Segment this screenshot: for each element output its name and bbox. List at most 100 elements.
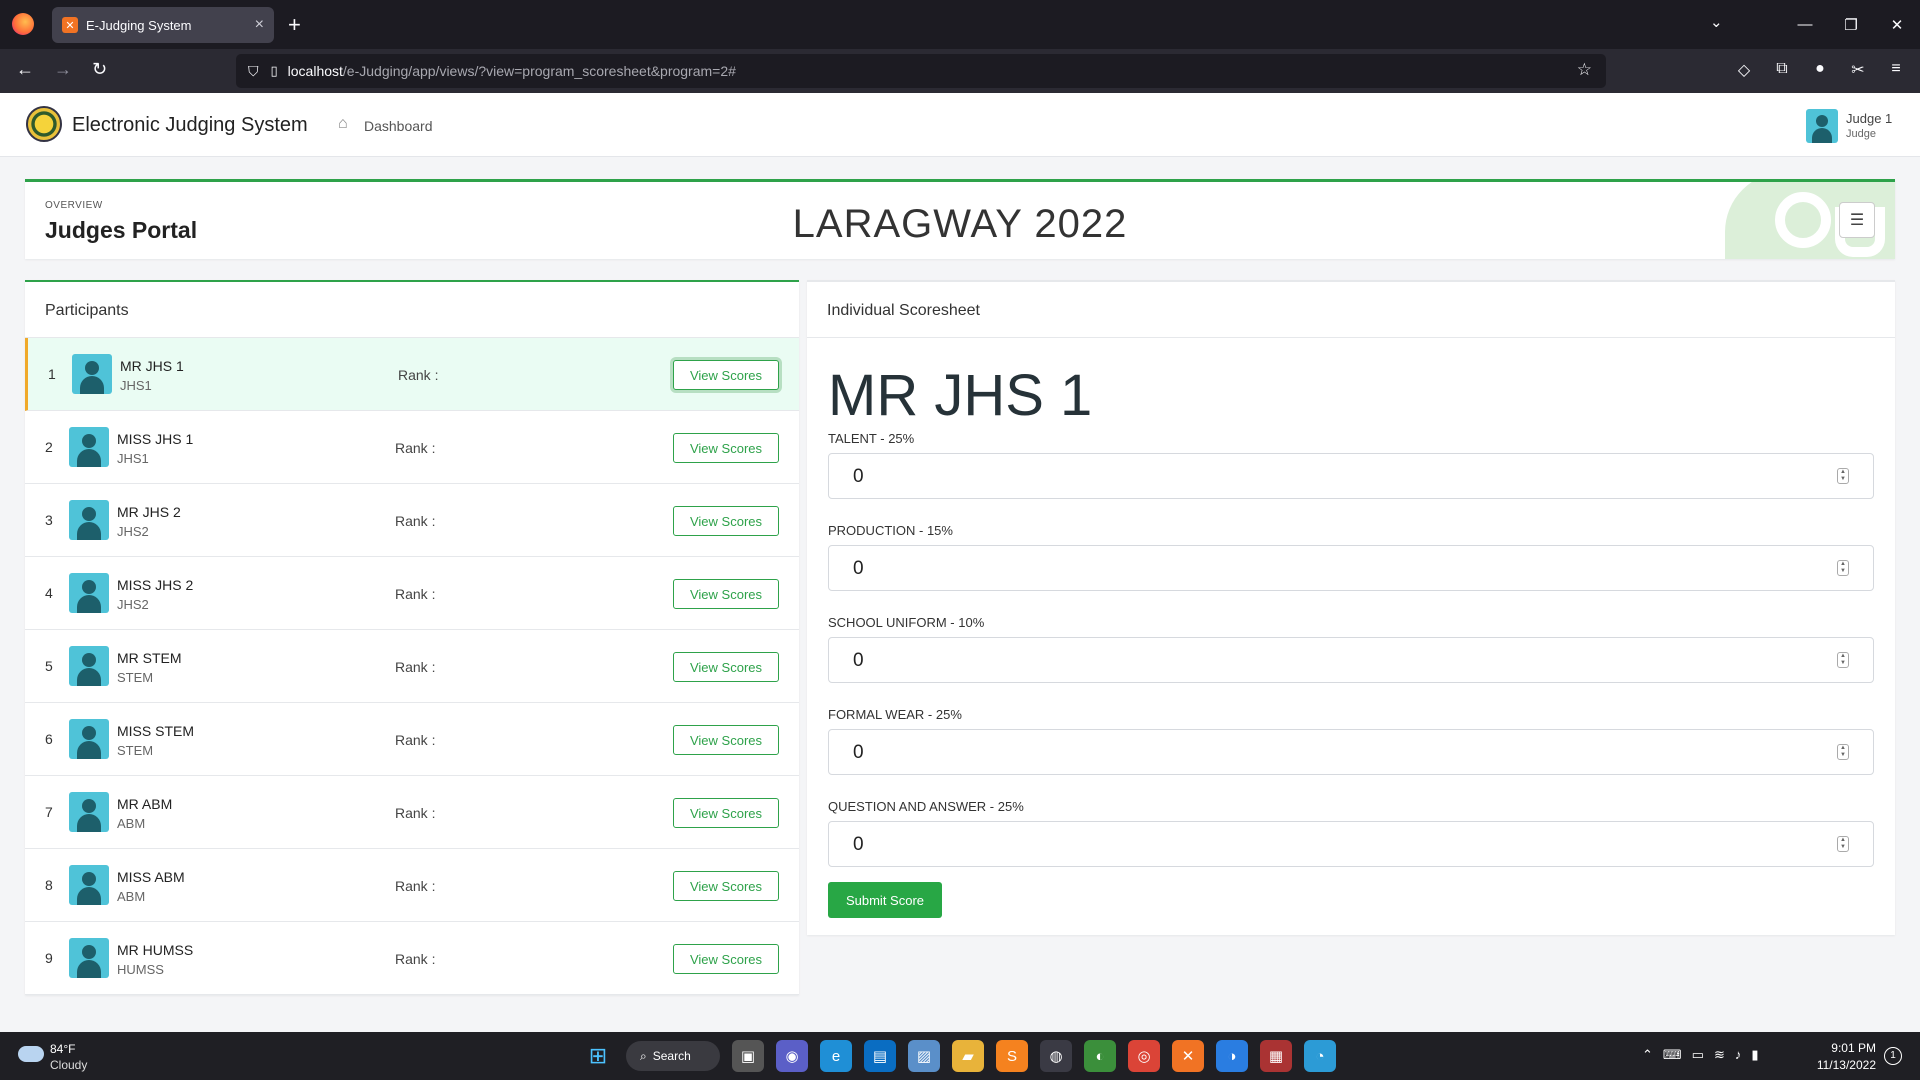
minimize-icon[interactable]: — bbox=[1782, 16, 1828, 33]
criterion-label: PRODUCTION - 15% bbox=[828, 523, 953, 538]
taskbar-apps: ⊞ ⌕ Search ▣ ◉ e ▤ ▨ ▰ S ◍ ◐ ◎ ✕ ◑ ▦ ◔ bbox=[582, 1040, 1336, 1072]
file-explorer-icon[interactable]: ▰ bbox=[952, 1040, 984, 1072]
xampp-taskbar-icon[interactable]: ✕ bbox=[1172, 1040, 1204, 1072]
account-icon[interactable]: ● bbox=[1810, 60, 1830, 80]
home-icon[interactable]: ⌂ bbox=[338, 115, 348, 133]
participants-heading: Participants bbox=[25, 282, 799, 338]
participant-number: 7 bbox=[45, 804, 53, 820]
list-item: 1 MR JHS 1 JHS1 Rank : View Scores bbox=[25, 338, 799, 411]
view-scores-button[interactable]: View Scores bbox=[673, 944, 779, 974]
user-name[interactable]: Judge 1 bbox=[1846, 111, 1892, 126]
firefox-dev-icon[interactable]: ◑ bbox=[1216, 1040, 1248, 1072]
participant-code: STEM bbox=[117, 670, 154, 685]
reload-icon[interactable]: ↻ bbox=[92, 59, 107, 80]
participant-name: MISS STEM bbox=[117, 723, 195, 739]
user-role: Judge bbox=[1846, 128, 1876, 140]
score-input[interactable]: 0 ▲ ▼ bbox=[828, 729, 1874, 775]
view-scores-button[interactable]: View Scores bbox=[673, 506, 779, 536]
notification-badge[interactable]: 1 bbox=[1884, 1047, 1902, 1065]
rank-label: Rank : bbox=[395, 586, 436, 602]
weather-description[interactable]: Cloudy bbox=[50, 1058, 87, 1072]
score-value: 0 bbox=[853, 466, 864, 487]
clock-time[interactable]: 9:01 PM bbox=[1820, 1041, 1876, 1055]
restore-icon[interactable]: ❐ bbox=[1828, 16, 1874, 34]
menu-icon[interactable]: ≡ bbox=[1886, 60, 1906, 80]
app-icon[interactable]: ◐ bbox=[1084, 1040, 1116, 1072]
school-logo[interactable] bbox=[26, 106, 62, 142]
participants-list: 1 MR JHS 1 JHS1 Rank : View Scores 2 MISS JHS … bbox=[25, 338, 799, 995]
battery-icon[interactable]: ▮ bbox=[1751, 1047, 1758, 1063]
display-icon[interactable]: ▭ bbox=[1692, 1047, 1704, 1063]
screenshot-icon[interactable]: ✂ bbox=[1848, 60, 1868, 80]
new-tab-icon[interactable]: + bbox=[288, 12, 301, 38]
forward-icon[interactable]: → bbox=[54, 59, 72, 80]
participant-name: MISS JHS 2 bbox=[117, 577, 194, 593]
taskbar-search[interactable]: ⌕ Search bbox=[626, 1041, 720, 1071]
app-title[interactable]: Electronic Judging System bbox=[72, 114, 308, 137]
bookmark-star-icon[interactable]: ☆ bbox=[1577, 60, 1592, 80]
windows-start-icon[interactable]: ⊞ bbox=[582, 1040, 614, 1072]
store-icon[interactable]: ▤ bbox=[864, 1040, 896, 1072]
participant-number: 9 bbox=[45, 950, 53, 966]
list-item: 3 MR JHS 2 JHS2 Rank : View Scores bbox=[25, 484, 799, 557]
event-title: LARAGWAY 2022 bbox=[792, 202, 1128, 246]
score-value: 0 bbox=[853, 558, 864, 579]
chrome-icon[interactable]: ◎ bbox=[1128, 1040, 1160, 1072]
score-input[interactable]: 0 ▲ ▼ bbox=[828, 637, 1874, 683]
task-view-icon[interactable]: ▣ bbox=[732, 1040, 764, 1072]
page-icon[interactable]: ▯ bbox=[271, 63, 278, 79]
options-icon[interactable]: ☰ bbox=[1839, 202, 1875, 238]
criterion-group: FORMAL WEAR - 25% 0 ▲ ▼ bbox=[828, 707, 1874, 775]
avatar[interactable] bbox=[1806, 109, 1838, 143]
winrar-icon[interactable]: ▦ bbox=[1260, 1040, 1292, 1072]
participant-number: 5 bbox=[45, 658, 53, 674]
close-icon[interactable]: × bbox=[255, 16, 264, 34]
view-scores-button[interactable]: View Scores bbox=[673, 360, 779, 390]
rank-label: Rank : bbox=[395, 440, 436, 456]
avatar bbox=[69, 573, 109, 613]
pocket-icon[interactable]: ◇ bbox=[1734, 60, 1754, 80]
wifi-icon[interactable]: ≋ bbox=[1714, 1047, 1725, 1063]
criterion-group: QUESTION AND ANSWER - 25% 0 ▲ ▼ bbox=[828, 799, 1874, 867]
view-scores-button[interactable]: View Scores bbox=[673, 725, 779, 755]
edge-icon[interactable]: e bbox=[820, 1040, 852, 1072]
criterion-label: FORMAL WEAR - 25% bbox=[828, 707, 962, 722]
spinner-icon[interactable]: ▲ ▼ bbox=[1837, 744, 1849, 760]
sublime-text-icon[interactable]: S bbox=[996, 1040, 1028, 1072]
scoresheet-card: Individual Scoresheet MR JHS 1 TALENT - … bbox=[807, 280, 1895, 935]
cloud-icon[interactable] bbox=[18, 1046, 44, 1062]
weather-temperature[interactable]: 84°F bbox=[50, 1042, 75, 1056]
avatar bbox=[69, 865, 109, 905]
volume-icon[interactable]: ♪ bbox=[1735, 1047, 1742, 1063]
view-scores-button[interactable]: View Scores bbox=[673, 798, 779, 828]
firefox-icon[interactable] bbox=[12, 13, 34, 35]
view-scores-button[interactable]: View Scores bbox=[673, 652, 779, 682]
back-icon[interactable]: ← bbox=[16, 59, 34, 80]
globe-icon[interactable]: ◔ bbox=[1304, 1040, 1336, 1072]
submit-score-button[interactable]: Submit Score bbox=[828, 882, 942, 918]
clock-date[interactable]: 11/13/2022 bbox=[1810, 1058, 1876, 1072]
url-bar[interactable]: ⛉ ▯ localhost /e-Judging/app/views/?view… bbox=[236, 54, 1606, 88]
spinner-icon[interactable]: ▲ ▼ bbox=[1837, 652, 1849, 668]
extensions-icon[interactable]: ⧉ bbox=[1772, 60, 1792, 80]
keyboard-icon[interactable]: ⌨ bbox=[1663, 1047, 1682, 1063]
score-input[interactable]: 0 ▲ ▼ bbox=[828, 545, 1874, 591]
chevron-down-icon[interactable]: ⌄ bbox=[1710, 13, 1723, 31]
spinner-icon[interactable]: ▲ ▼ bbox=[1837, 560, 1849, 576]
score-input[interactable]: 0 ▲ ▼ bbox=[828, 821, 1874, 867]
view-scores-button[interactable]: View Scores bbox=[673, 871, 779, 901]
criterion-group: PRODUCTION - 15% 0 ▲ ▼ bbox=[828, 523, 1874, 591]
spinner-icon[interactable]: ▲ ▼ bbox=[1837, 836, 1849, 852]
chat-icon[interactable]: ◉ bbox=[776, 1040, 808, 1072]
score-input[interactable]: 0 ▲ ▼ bbox=[828, 453, 1874, 499]
dashboard-link[interactable]: Dashboard bbox=[364, 118, 433, 134]
spinner-icon[interactable]: ▲ ▼ bbox=[1837, 468, 1849, 484]
shield-icon[interactable]: ⛉ bbox=[248, 63, 259, 80]
photos-icon[interactable]: ▨ bbox=[908, 1040, 940, 1072]
view-scores-button[interactable]: View Scores bbox=[673, 579, 779, 609]
firefox-taskbar-icon[interactable]: ◍ bbox=[1040, 1040, 1072, 1072]
chevron-up-icon[interactable]: ⌃ bbox=[1642, 1047, 1653, 1063]
close-window-icon[interactable]: ✕ bbox=[1874, 16, 1920, 34]
view-scores-button[interactable]: View Scores bbox=[673, 433, 779, 463]
browser-tab[interactable]: ✕ E-Judging System × bbox=[52, 7, 274, 43]
